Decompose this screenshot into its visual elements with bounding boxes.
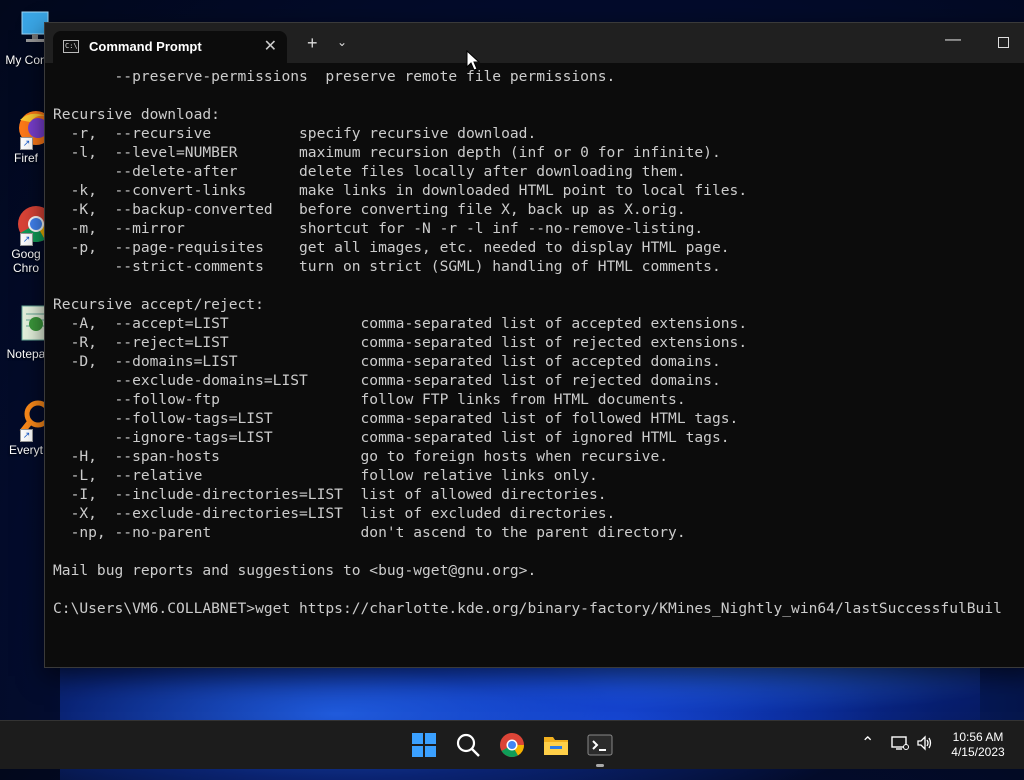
console-line: C:\Users\VM6.COLLABNET>wget https://char… [53, 600, 1002, 617]
console-line: -X, --exclude-directories=LIST list of e… [53, 505, 616, 522]
console-line: -k, --convert-links make links in downlo… [53, 182, 748, 199]
console-line: -np, --no-parent don't ascend to the par… [53, 524, 686, 541]
computer-icon [6, 10, 49, 50]
console-line: --follow-ftp follow FTP links from HTML … [53, 391, 686, 408]
console-line: --delete-after delete files locally afte… [53, 163, 686, 180]
everything-search-icon: ↗ [6, 400, 52, 442]
console-line: -p, --page-requisites get all images, et… [53, 239, 730, 256]
minimize-button[interactable]: — [945, 31, 961, 49]
close-tab-icon[interactable]: ✕ [264, 36, 277, 56]
console-line: -l, --level=NUMBER maximum recursion dep… [53, 144, 721, 161]
console-line: Recursive accept/reject: [53, 296, 264, 313]
start-button[interactable] [408, 729, 440, 761]
system-clock[interactable]: 10:56 AM 4/15/2023 [942, 730, 1014, 760]
console-line: --preserve-permissions preserve remote f… [53, 68, 616, 85]
console-line: Recursive download: [53, 106, 220, 123]
shortcut-arrow-icon: ↗ [20, 429, 33, 442]
console-line: -L, --relative follow relative links onl… [53, 467, 598, 484]
console-output[interactable]: --preserve-permissions preserve remote f… [53, 67, 1024, 667]
terminal-icon [587, 734, 613, 756]
console-line: -A, --accept=LIST comma-separated list o… [53, 315, 748, 332]
console-line: -m, --mirror shortcut for -N -r -l inf -… [53, 220, 704, 237]
console-line: --follow-tags=LIST comma-separated list … [53, 410, 739, 427]
tab-title: Command Prompt [89, 39, 202, 54]
tab-command-prompt[interactable]: C:\ Command Prompt ✕ [53, 31, 287, 63]
maximize-button[interactable] [998, 37, 1009, 48]
new-tab-button[interactable]: + [307, 34, 318, 52]
console-line: -D, --domains=LIST comma-separated list … [53, 353, 721, 370]
console-line: -I, --include-directories=LIST list of a… [53, 486, 607, 503]
windows-logo-icon [412, 733, 436, 757]
command-prompt-icon: C:\ [63, 40, 79, 53]
clock-date: 4/15/2023 [951, 745, 1005, 759]
console-line: --exclude-domains=LIST comma-separated l… [53, 372, 721, 389]
volume-icon[interactable] [916, 735, 934, 754]
command-prompt-window: C:\ Command Prompt ✕ + ⌄ — --preserve-pe… [44, 22, 1024, 668]
console-line: --ignore-tags=LIST comma-separated list … [53, 429, 730, 446]
console-line: -K, --backup-converted before converting… [53, 201, 686, 218]
console-line: -H, --span-hosts go to foreign hosts whe… [53, 448, 669, 465]
console-line: Mail bug reports and suggestions to <bug… [53, 562, 537, 579]
title-bar[interactable]: C:\ Command Prompt ✕ + ⌄ — [45, 23, 1024, 63]
chrome-icon: ↗ [6, 204, 55, 246]
taskbar: ⌃ 10:56 AM 4/15/2023 [0, 720, 1024, 769]
console-line: -R, --reject=LIST comma-separated list o… [53, 334, 748, 351]
firefox-icon: ↗ [6, 108, 53, 150]
show-hidden-icons-chevron-icon[interactable]: ⌃ [861, 733, 874, 753]
terminal-taskbar-button[interactable] [584, 729, 616, 761]
network-icon[interactable] [891, 735, 909, 754]
chrome-taskbar-button[interactable] [496, 729, 528, 761]
search-button[interactable] [452, 729, 484, 761]
folder-icon [544, 737, 568, 755]
active-app-indicator [596, 764, 604, 767]
clock-time: 10:56 AM [952, 730, 1004, 744]
shortcut-arrow-icon: ↗ [20, 233, 33, 246]
notepad-icon [6, 304, 49, 344]
console-line: -r, --recursive specify recursive downlo… [53, 125, 537, 142]
shortcut-arrow-icon: ↗ [20, 137, 33, 150]
search-icon [456, 733, 480, 757]
console-line: --strict-comments turn on strict (SGML) … [53, 258, 721, 275]
chevron-down-icon[interactable]: ⌄ [337, 35, 347, 49]
chrome-icon [500, 733, 524, 758]
file-explorer-taskbar-button[interactable] [540, 729, 572, 761]
mouse-pointer-icon [466, 50, 481, 71]
